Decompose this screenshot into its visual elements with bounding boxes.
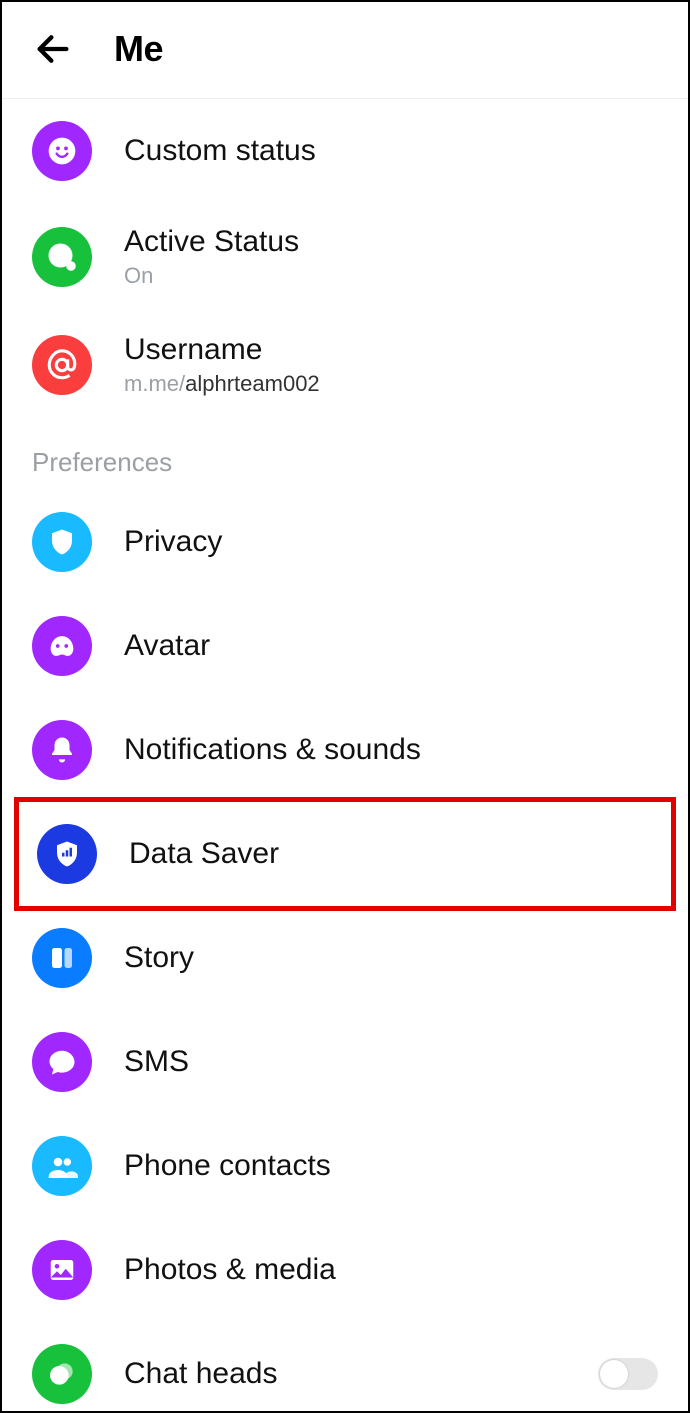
sub-active-status: On — [124, 263, 299, 289]
label-sms: SMS — [124, 1045, 189, 1079]
sub-username: m.me/alphrteam002 — [124, 371, 320, 397]
page-title: Me — [114, 28, 163, 70]
label-photos-media: Photos & media — [124, 1253, 336, 1287]
label-custom-status: Custom status — [124, 134, 316, 168]
story-icon — [32, 928, 92, 988]
shield-icon — [32, 512, 92, 572]
row-username[interactable]: Username m.me/alphrteam002 — [2, 311, 688, 419]
username-prefix: m.me/ — [124, 371, 185, 396]
avatar-face-icon — [32, 616, 92, 676]
label-privacy: Privacy — [124, 525, 222, 559]
row-phone-contacts[interactable]: Phone contacts — [2, 1114, 688, 1218]
label-avatar: Avatar — [124, 629, 210, 663]
image-icon — [32, 1240, 92, 1300]
chat-heads-icon — [32, 1344, 92, 1404]
row-chat-heads[interactable]: Chat heads — [2, 1322, 688, 1413]
label-chat-heads: Chat heads — [124, 1357, 277, 1391]
row-sms[interactable]: SMS — [2, 1010, 688, 1114]
data-shield-icon — [37, 824, 97, 884]
label-active-status: Active Status — [124, 225, 299, 259]
active-status-icon — [32, 227, 92, 287]
row-data-saver[interactable]: Data Saver — [14, 797, 676, 911]
bell-icon — [32, 720, 92, 780]
arrow-left-icon — [33, 29, 73, 69]
back-button[interactable] — [28, 24, 78, 74]
at-sign-icon — [32, 335, 92, 395]
label-phone-contacts: Phone contacts — [124, 1149, 331, 1183]
smiley-icon — [32, 121, 92, 181]
chat-bubble-icon — [32, 1032, 92, 1092]
label-data-saver: Data Saver — [129, 837, 279, 871]
settings-list: Custom status Active Status On Username … — [2, 99, 688, 1413]
section-preferences: Preferences — [2, 419, 688, 490]
row-active-status[interactable]: Active Status On — [2, 203, 688, 311]
toggle-knob — [600, 1360, 628, 1388]
label-notifications: Notifications & sounds — [124, 733, 421, 767]
contacts-icon — [32, 1136, 92, 1196]
row-custom-status[interactable]: Custom status — [2, 99, 688, 203]
label-username: Username — [124, 333, 320, 367]
row-privacy[interactable]: Privacy — [2, 490, 688, 594]
header: Me — [2, 2, 688, 99]
row-photos-media[interactable]: Photos & media — [2, 1218, 688, 1322]
label-story: Story — [124, 941, 194, 975]
row-avatar[interactable]: Avatar — [2, 594, 688, 698]
row-story[interactable]: Story — [2, 906, 688, 1010]
username-value: alphrteam002 — [185, 371, 320, 396]
row-notifications[interactable]: Notifications & sounds — [2, 698, 688, 802]
chat-heads-toggle[interactable] — [598, 1358, 658, 1390]
